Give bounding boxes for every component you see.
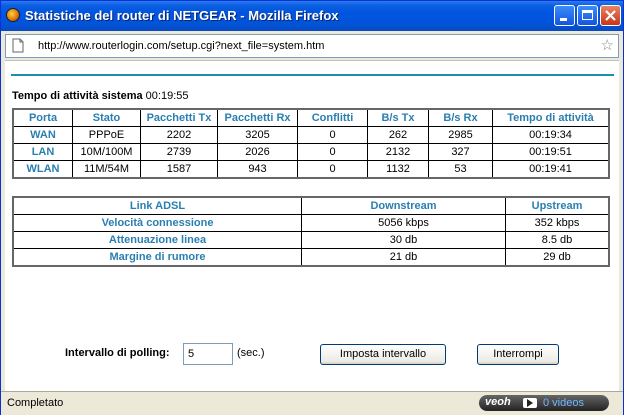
- status-text: Completato: [7, 397, 64, 409]
- status-bar: Completato veoh 0 videos: [1, 391, 623, 415]
- polling-interval-label: Intervallo di polling:: [65, 347, 170, 359]
- polling-interval-input[interactable]: [183, 343, 233, 365]
- veoh-logo: veoh: [485, 396, 511, 408]
- table-cell: 262: [367, 126, 429, 144]
- window-title: Statistiche del router di NETGEAR - Mozi…: [25, 8, 339, 23]
- table-header-row: Link ADSL Downstream Upstream: [12, 196, 610, 215]
- minimize-icon: [560, 18, 567, 21]
- table-cell: 5056 kbps: [301, 214, 506, 232]
- table-cell: 1587: [140, 160, 218, 179]
- table-cell: 53: [428, 160, 493, 179]
- page-content: Tempo di attività sistema 00:19:55 Porta…: [5, 60, 619, 392]
- set-interval-button[interactable]: Imposta intervallo: [320, 344, 446, 365]
- table-cell: 3205: [217, 126, 298, 144]
- column-header: Conflitti: [297, 108, 368, 127]
- table-cell: 30 db: [301, 231, 506, 249]
- column-header: Downstream: [301, 196, 506, 215]
- table-cell: 2985: [428, 126, 493, 144]
- port-name: WAN: [12, 126, 73, 144]
- table-cell: 00:19:51: [492, 143, 610, 161]
- minimize-button[interactable]: [554, 5, 575, 26]
- row-label: Attenuazione linea: [12, 231, 302, 249]
- polling-unit: (sec.): [237, 347, 265, 359]
- play-icon[interactable]: [523, 398, 537, 408]
- table-cell: 2026: [217, 143, 298, 161]
- veoh-widget[interactable]: veoh 0 videos: [479, 395, 609, 411]
- table-cell: 943: [217, 160, 298, 179]
- table-row: Margine di rumore 21 db 29 db: [12, 248, 610, 267]
- page-icon: [12, 38, 24, 53]
- stop-button[interactable]: Interrompi: [477, 344, 559, 365]
- table-header-row: Porta Stato Pacchetti Tx Pacchetti Rx Co…: [12, 108, 610, 127]
- table-cell: 2739: [140, 143, 218, 161]
- maximize-button[interactable]: [577, 5, 598, 26]
- port-stats-table: Porta Stato Pacchetti Tx Pacchetti Rx Co…: [12, 108, 610, 179]
- column-header: Link ADSL: [12, 196, 302, 215]
- table-cell: 2202: [140, 126, 218, 144]
- table-cell: 0: [297, 126, 368, 144]
- table-cell: 352 kbps: [505, 214, 610, 232]
- table-row: WLAN 11M/54M 1587 943 0 1132 53 00:19:41: [12, 160, 610, 179]
- table-cell: 0: [297, 143, 368, 161]
- table-row: Velocità connessione 5056 kbps 352 kbps: [12, 214, 610, 232]
- adsl-stats-table: Link ADSL Downstream Upstream Velocità c…: [12, 196, 610, 267]
- bookmark-star-icon[interactable]: ☆: [601, 37, 614, 55]
- port-name: WLAN: [12, 160, 73, 179]
- table-cell: 29 db: [505, 248, 610, 267]
- column-header: B/s Tx: [367, 108, 429, 127]
- port-name: LAN: [12, 143, 73, 161]
- maximize-icon: [582, 10, 593, 20]
- video-count: 0 videos: [543, 397, 584, 409]
- uptime-value: 00:19:55: [145, 90, 189, 102]
- table-cell: 2132: [367, 143, 429, 161]
- browser-window: Statistiche del router di NETGEAR - Mozi…: [0, 0, 624, 415]
- url-text[interactable]: http://www.routerlogin.com/setup.cgi?nex…: [38, 40, 324, 52]
- table-cell: PPPoE: [72, 126, 141, 144]
- title-bar[interactable]: Statistiche del router di NETGEAR - Mozi…: [1, 1, 623, 31]
- table-cell: 00:19:41: [492, 160, 610, 179]
- column-header: Pacchetti Rx: [217, 108, 298, 127]
- table-row: LAN 10M/100M 2739 2026 0 2132 327 00:19:…: [12, 143, 610, 161]
- table-cell: 10M/100M: [72, 143, 141, 161]
- row-label: Margine di rumore: [12, 248, 302, 267]
- row-label: Velocità connessione: [12, 214, 302, 232]
- firefox-icon: [6, 8, 20, 22]
- header-rule: [11, 74, 614, 76]
- table-row: Attenuazione linea 30 db 8.5 db: [12, 231, 610, 249]
- column-header: Stato: [72, 108, 141, 127]
- table-cell: 0: [297, 160, 368, 179]
- table-cell: 8.5 db: [505, 231, 610, 249]
- uptime-label: Tempo di attività sistema: [12, 90, 143, 102]
- column-header: Tempo di attività: [492, 108, 610, 127]
- system-uptime: Tempo di attività sistema 00:19:55: [12, 90, 189, 102]
- table-row: WAN PPPoE 2202 3205 0 262 2985 00:19:34: [12, 126, 610, 144]
- column-header: B/s Rx: [428, 108, 493, 127]
- close-icon: [605, 10, 616, 21]
- column-header: Upstream: [505, 196, 610, 215]
- table-cell: 11M/54M: [72, 160, 141, 179]
- address-bar[interactable]: http://www.routerlogin.com/setup.cgi?nex…: [5, 34, 619, 58]
- table-cell: 21 db: [301, 248, 506, 267]
- table-cell: 00:19:34: [492, 126, 610, 144]
- column-header: Porta: [12, 108, 73, 127]
- close-button[interactable]: [600, 5, 621, 26]
- column-header: Pacchetti Tx: [140, 108, 218, 127]
- table-cell: 327: [428, 143, 493, 161]
- table-cell: 1132: [367, 160, 429, 179]
